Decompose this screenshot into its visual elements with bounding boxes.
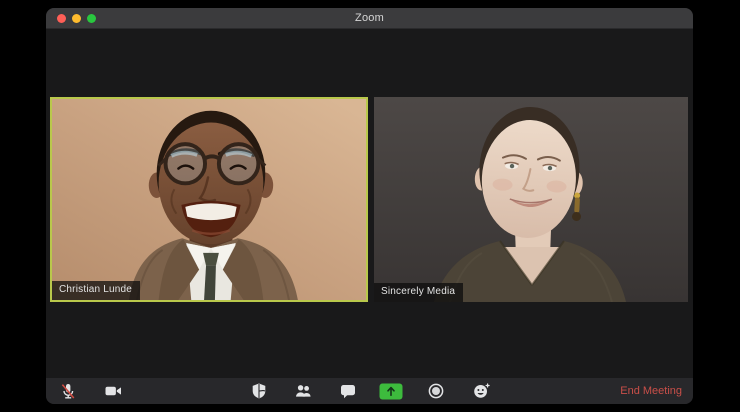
- reactions-button[interactable]: [468, 378, 494, 404]
- record-button[interactable]: [423, 378, 449, 404]
- participant-video-woman: [374, 97, 688, 302]
- participant-name-label: Sincerely Media: [374, 283, 464, 302]
- desktop: Zoom Christian Lunde Sincerely Media End…: [0, 0, 740, 412]
- window-title: Zoom: [355, 12, 384, 24]
- reactions-icon: [473, 383, 490, 398]
- title-bar: Zoom: [46, 8, 693, 29]
- minimize-button[interactable]: [72, 13, 81, 23]
- zoom-button[interactable]: [87, 13, 96, 23]
- share-screen-icon: [379, 383, 403, 399]
- meeting-toolbar: End Meeting: [46, 378, 693, 404]
- close-button[interactable]: [57, 13, 66, 23]
- video-tile-christian-lunde[interactable]: Christian Lunde: [50, 97, 368, 302]
- share-screen-button[interactable]: [376, 378, 406, 404]
- participant-name-label: Christian Lunde: [52, 281, 141, 300]
- microphone-muted-icon: [61, 384, 75, 399]
- record-icon: [428, 383, 444, 399]
- video-camera-icon: [105, 386, 121, 396]
- traffic-lights: [57, 8, 96, 28]
- video-tile-sincerely-media[interactable]: Sincerely Media: [374, 97, 688, 302]
- security-button[interactable]: [246, 378, 272, 404]
- chat-icon: [341, 385, 355, 399]
- security-shield-icon: [252, 383, 266, 399]
- participant-video-man: [52, 99, 366, 300]
- stop-video-button[interactable]: [100, 378, 126, 404]
- video-area: Christian Lunde Sincerely Media: [46, 29, 693, 378]
- participants-icon: [296, 385, 311, 397]
- participants-button[interactable]: [291, 378, 317, 404]
- zoom-window: Zoom Christian Lunde Sincerely Media End…: [46, 8, 693, 404]
- chat-button[interactable]: [335, 378, 361, 404]
- end-meeting-button[interactable]: End Meeting: [620, 378, 682, 404]
- mute-button[interactable]: [55, 378, 81, 404]
